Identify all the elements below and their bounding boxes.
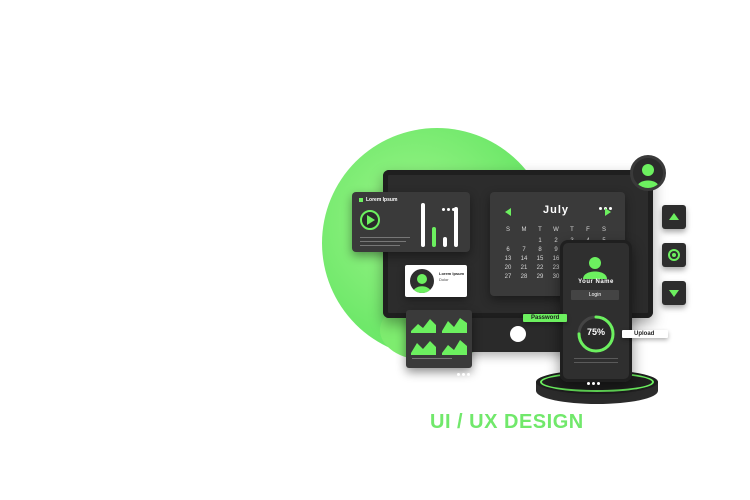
arrow-down-button[interactable] bbox=[662, 281, 686, 305]
user-icon bbox=[637, 164, 659, 188]
calendar-day bbox=[500, 238, 516, 244]
arrow-up-icon bbox=[669, 213, 679, 220]
calendar-weekday: F bbox=[586, 227, 590, 233]
media-card-title: Lorem Ipsum bbox=[366, 197, 398, 203]
page-title: UI / UX DESIGN bbox=[430, 411, 584, 433]
text-line bbox=[360, 241, 406, 242]
media-card-menu[interactable] bbox=[440, 198, 455, 216]
area-chart bbox=[442, 318, 467, 333]
record-button[interactable] bbox=[662, 243, 686, 267]
login-button[interactable]: Login bbox=[571, 290, 619, 300]
calendar-day[interactable]: 13 bbox=[500, 256, 516, 262]
calendar-day[interactable]: 21 bbox=[516, 265, 532, 271]
text-line bbox=[574, 358, 618, 359]
calendar-weekday: W bbox=[553, 227, 559, 233]
calendar-month: July bbox=[543, 204, 570, 216]
calendar-day[interactable]: 28 bbox=[516, 274, 532, 280]
record-icon bbox=[668, 249, 680, 261]
user-icon bbox=[413, 274, 431, 293]
password-field[interactable]: Password bbox=[523, 314, 568, 322]
calendar-day bbox=[516, 238, 532, 244]
chevron-right-icon[interactable] bbox=[605, 208, 611, 216]
calendar-weekday: T bbox=[538, 227, 542, 233]
arrow-up-button[interactable] bbox=[662, 205, 686, 229]
calendar-day[interactable]: 6 bbox=[500, 247, 516, 253]
phone-user-name: Your Name bbox=[578, 279, 614, 285]
calendar-weekdays: SMTWTFS bbox=[500, 227, 612, 233]
calendar-weekday: S bbox=[505, 227, 510, 233]
calendar-day[interactable]: 1 bbox=[532, 238, 548, 244]
text-line bbox=[360, 237, 410, 238]
chart-bar bbox=[421, 203, 425, 247]
arrow-down-icon bbox=[669, 290, 679, 297]
area-chart bbox=[411, 319, 436, 333]
calendar-weekday: M bbox=[521, 227, 527, 233]
chart-bar bbox=[432, 227, 436, 247]
area-chart bbox=[411, 341, 436, 355]
phone-menu[interactable] bbox=[585, 372, 600, 390]
text-line bbox=[574, 362, 618, 363]
profile-line-1: Lorem Ipsum bbox=[439, 271, 465, 276]
charts-card-menu[interactable] bbox=[455, 363, 470, 381]
text-line bbox=[412, 358, 452, 359]
area-chart bbox=[442, 340, 467, 355]
calendar-day[interactable]: 14 bbox=[516, 256, 532, 262]
calendar-day[interactable]: 22 bbox=[532, 265, 548, 271]
profile-line-2: Dolor bbox=[439, 277, 449, 282]
calendar-day[interactable]: 15 bbox=[532, 256, 548, 262]
chevron-left-icon[interactable] bbox=[505, 208, 511, 216]
user-icon bbox=[583, 257, 607, 279]
profile-avatar bbox=[410, 269, 434, 293]
media-card-marker bbox=[359, 198, 363, 202]
stand-knob[interactable] bbox=[510, 326, 526, 342]
progress-text: 75% bbox=[586, 327, 605, 337]
top-avatar[interactable] bbox=[630, 155, 666, 191]
upload-field[interactable]: Upload bbox=[622, 330, 669, 338]
calendar-day[interactable]: 29 bbox=[532, 274, 548, 280]
calendar-weekday: S bbox=[601, 227, 606, 233]
chart-bar bbox=[443, 237, 447, 247]
calendar-day[interactable]: 8 bbox=[532, 247, 548, 253]
calendar-day[interactable]: 20 bbox=[500, 265, 516, 271]
calendar-day[interactable]: 27 bbox=[500, 274, 516, 280]
play-icon bbox=[367, 215, 375, 225]
text-line bbox=[360, 245, 400, 246]
calendar-weekday: T bbox=[570, 227, 574, 233]
calendar-day[interactable]: 7 bbox=[516, 247, 532, 253]
chart-bar bbox=[454, 207, 458, 247]
